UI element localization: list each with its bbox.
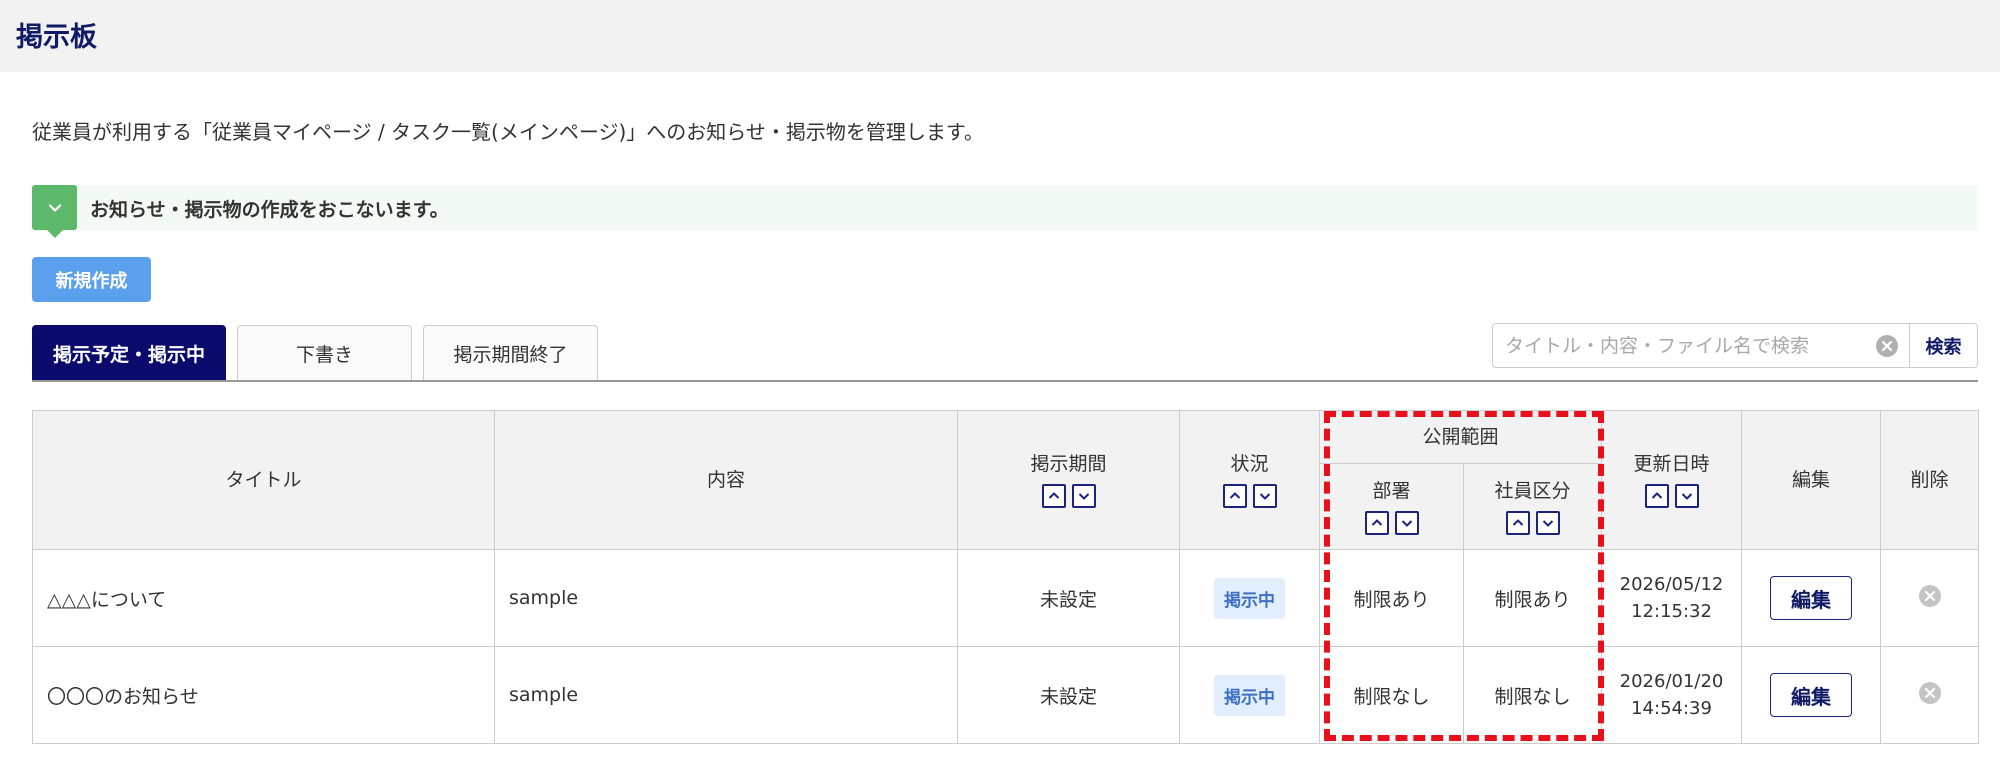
sort-desc-button[interactable] xyxy=(1252,484,1277,508)
sort-asc-button[interactable] xyxy=(1505,510,1530,535)
notice-label: お知らせ・掲示物の作成をおこないます。 xyxy=(90,199,449,221)
notice-toggle-button[interactable] xyxy=(32,185,77,238)
updated-date: 2026/05/12 xyxy=(1619,574,1724,595)
cell-content: sample xyxy=(494,646,958,744)
top-bar: 掲示板 xyxy=(0,0,2000,72)
search-button[interactable]: 検索 xyxy=(1909,323,1978,368)
cell-department: 制限なし xyxy=(1319,646,1464,744)
header-title: タイトル xyxy=(32,410,495,550)
cell-employee-type: 制限あり xyxy=(1462,549,1603,647)
cell-status: 掲示中 xyxy=(1179,646,1320,744)
sort-desc-button[interactable] xyxy=(1674,484,1699,508)
status-badge: 掲示中 xyxy=(1214,577,1285,619)
cell-department: 制限あり xyxy=(1319,549,1464,647)
chevron-down-icon xyxy=(1401,519,1412,527)
notice-bar[interactable]: お知らせ・掲示物の作成をおこないます。 xyxy=(32,185,1978,238)
delete-icon[interactable] xyxy=(1918,681,1942,705)
chevron-down-icon xyxy=(1259,493,1270,500)
header-period: 掲示期間 xyxy=(957,410,1180,550)
sort-asc-button[interactable] xyxy=(1222,484,1247,508)
updated-time: 12:15:32 xyxy=(1631,601,1712,622)
cell-delete xyxy=(1880,646,1980,744)
header-department: 部署 xyxy=(1319,463,1464,550)
cell-edit: 編集 xyxy=(1741,549,1882,647)
header-edit: 編集 xyxy=(1741,410,1882,550)
search-box xyxy=(1492,323,1910,368)
sort-desc-button[interactable] xyxy=(1071,484,1096,508)
chevron-down-icon xyxy=(1681,493,1692,500)
tab-expired[interactable]: 掲示期間終了 xyxy=(423,325,598,381)
chevron-down-icon xyxy=(1542,519,1553,527)
header-delete: 削除 xyxy=(1880,410,1980,550)
bulletin-table: タイトル 内容 掲示期間 状況 公開範囲 更新日時 編集 削除 部署 社員区分 … xyxy=(32,410,1980,744)
header-updated: 更新日時 xyxy=(1601,410,1743,550)
sort-asc-button[interactable] xyxy=(1644,484,1669,508)
cell-title: 〇〇〇のお知らせ xyxy=(32,646,495,744)
updated-date: 2026/01/20 xyxy=(1619,671,1724,692)
header-employee-type: 社員区分 xyxy=(1462,463,1603,550)
tab-drafts[interactable]: 下書き xyxy=(237,325,412,381)
edit-button[interactable]: 編集 xyxy=(1770,576,1853,620)
cell-title: △△△について xyxy=(32,549,495,647)
chevron-up-icon xyxy=(1229,492,1240,499)
table-row: △△△について sample 未設定 掲示中 制限あり 制限あり 2026/05… xyxy=(32,549,1980,647)
updated-time: 14:54:39 xyxy=(1631,698,1712,719)
sort-desc-button[interactable] xyxy=(1394,510,1419,535)
cell-employee-type: 制限なし xyxy=(1462,646,1603,744)
new-post-button[interactable]: 新規作成 xyxy=(32,257,151,302)
page-title: 掲示板 xyxy=(16,22,97,53)
header-scope: 公開範囲 xyxy=(1318,410,1603,464)
chevron-up-icon xyxy=(1651,492,1662,499)
chevron-up-icon xyxy=(1048,492,1059,499)
search-input[interactable] xyxy=(1505,332,1865,360)
cell-content: sample xyxy=(494,549,958,647)
chevron-down-icon xyxy=(48,203,61,212)
sort-asc-button[interactable] xyxy=(1364,510,1389,535)
cell-status: 掲示中 xyxy=(1179,549,1320,647)
cell-delete xyxy=(1880,549,1980,647)
header-content: 内容 xyxy=(494,410,958,550)
cell-edit: 編集 xyxy=(1741,646,1882,744)
tab-divider xyxy=(32,380,1978,382)
delete-icon[interactable] xyxy=(1918,584,1942,608)
cell-period: 未設定 xyxy=(957,646,1180,744)
table-row: 〇〇〇のお知らせ sample 未設定 掲示中 制限なし 制限なし 2026/0… xyxy=(32,646,1980,744)
edit-button[interactable]: 編集 xyxy=(1770,673,1853,717)
chevron-up-icon xyxy=(1512,518,1523,526)
clear-search-icon[interactable] xyxy=(1875,334,1899,358)
sort-desc-button[interactable] xyxy=(1535,510,1560,535)
cell-updated: 2026/01/20 14:54:39 xyxy=(1601,646,1743,744)
status-badge: 掲示中 xyxy=(1214,674,1285,716)
page-description: 従業員が利用する「従業員マイページ / タスク一覧(メインページ)」へのお知らせ… xyxy=(32,120,984,144)
chevron-up-icon xyxy=(1371,518,1382,526)
cell-updated: 2026/05/12 12:15:32 xyxy=(1601,549,1743,647)
cell-period: 未設定 xyxy=(957,549,1180,647)
header-status: 状況 xyxy=(1179,410,1320,550)
chevron-down-icon xyxy=(1078,493,1089,500)
tab-scheduled-active[interactable]: 掲示予定・掲示中 xyxy=(32,325,226,381)
sort-asc-button[interactable] xyxy=(1041,484,1066,508)
